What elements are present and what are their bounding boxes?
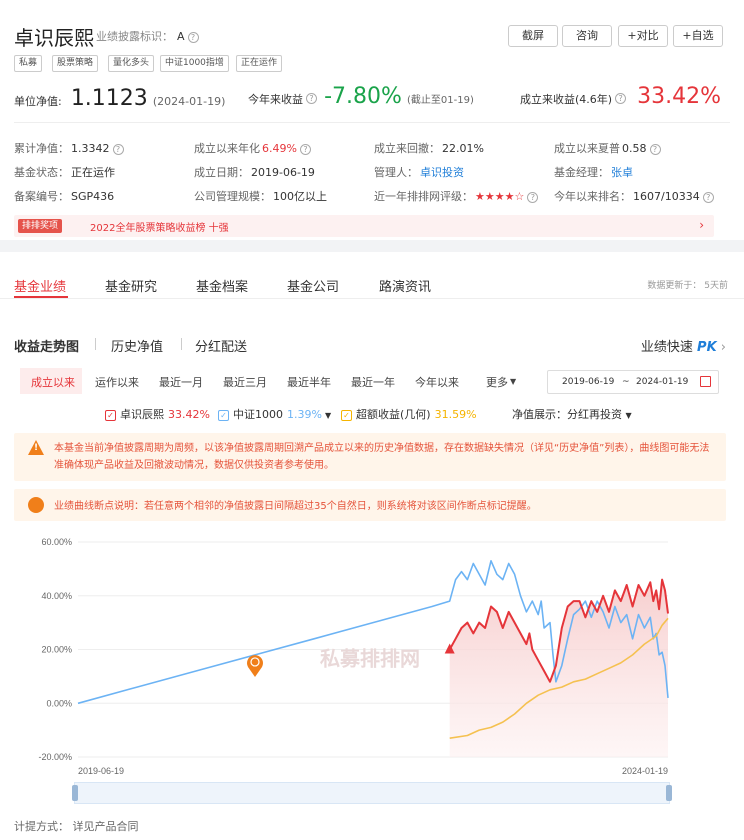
range-5[interactable]: 最近一年: [351, 374, 395, 390]
legend-item[interactable]: ✓ 中证1000 1.39% ▼: [218, 406, 331, 422]
slider-handle-left: [72, 785, 78, 801]
detail-item: 今年以来排名： 1607/10334?: [554, 188, 714, 204]
divider: [181, 338, 182, 350]
notice-breakpoint: 业绩曲线断点说明：若任意两个相邻的净值披露日间隔超过35个自然日，则系统将对该区…: [14, 489, 726, 521]
help-icon[interactable]: ?: [112, 143, 124, 155]
detail-item: 成立来回撤： 22.01%: [374, 142, 484, 155]
compare-button[interactable]: +对比: [618, 25, 668, 47]
disclosure-label: 业绩披露标识： A?: [96, 28, 199, 44]
detail-item: 管理人： 卓识投资: [374, 166, 464, 179]
tag: 中证1000指增: [160, 55, 229, 72]
detail-item: 成立以来夏普 0.58?: [554, 140, 661, 156]
help-icon[interactable]: ?: [306, 93, 317, 104]
award-text: 2022全年股票策略收益榜 十强: [90, 223, 229, 234]
tab-1[interactable]: 基金研究: [105, 276, 157, 295]
chevron-right-icon: ›: [720, 340, 726, 355]
chevron-right-icon: ›: [699, 218, 704, 232]
detail-item: 成立日期： 2019-06-19: [194, 166, 315, 179]
help-icon[interactable]: ?: [187, 31, 199, 43]
divider: [95, 338, 96, 350]
tag: 股票策略: [52, 55, 99, 72]
since-value: 33.42%: [637, 84, 722, 109]
checkbox-icon: ✓: [105, 409, 116, 421]
range-7[interactable]: 更多: [486, 374, 508, 390]
x-tick-label: 2024-01-19: [622, 766, 668, 776]
award-badge: 排排奖项: [18, 219, 63, 233]
nav-display-select[interactable]: 净值展示：分红再投资 ▼: [512, 406, 632, 422]
help-icon[interactable]: ?: [615, 93, 627, 104]
checkbox-icon: ✓: [218, 409, 229, 421]
checkbox-icon: ✓: [341, 409, 352, 421]
nav-block: 单位净值: 1.1123 (2024-01-19): [14, 86, 226, 111]
fee-method: 计提方式： 详见产品合同: [14, 820, 139, 833]
tab-4[interactable]: 路演资讯: [379, 276, 431, 295]
range-0[interactable]: 成立以来: [31, 374, 75, 390]
ytd-value: -7.80%: [324, 84, 402, 109]
tab-3[interactable]: 基金公司: [287, 276, 339, 295]
tag: 私募: [14, 55, 43, 72]
performance-card: 基金业绩 基金研究 基金档案 基金公司 路演资讯 数据更新于： 5天前 收益走势图 历史净…: [0, 252, 744, 840]
y-tick-label: 60.00%: [41, 537, 72, 547]
divider: [14, 122, 730, 123]
subtab-1[interactable]: 历史净值: [111, 336, 163, 355]
notice-frequency: ! 本基金当前净值披露周期为周频，以该净值披露周期回溯产品成立以来的历史净值数据…: [14, 433, 726, 481]
y-tick-label: 20.00%: [41, 645, 72, 655]
ytd-block: 今年来收益? -7.80% (截止至01-19): [248, 84, 474, 109]
help-icon[interactable]: ?: [527, 191, 539, 203]
tag: 正在运作: [236, 55, 283, 72]
x-tick-label: 2019-06-19: [78, 766, 124, 776]
calendar-icon: [700, 376, 711, 387]
chevron-down-icon: ▼: [324, 411, 332, 420]
date-range-picker[interactable]: 2019-06-19 ~ 2024-01-19: [547, 370, 719, 394]
fund-name: 卓识辰熙: [14, 26, 94, 50]
range-2[interactable]: 最近一月: [159, 374, 203, 390]
subtab-0[interactable]: 收益走势图: [14, 336, 79, 355]
help-icon[interactable]: ?: [649, 143, 661, 155]
detail-item: 基金状态： 正在运作: [14, 166, 115, 179]
detail-item: 近一年排排网评级： ★★★★☆?: [374, 188, 539, 204]
update-note: 数据更新于： 5天前: [647, 281, 728, 291]
slider-handle-right: [666, 785, 672, 801]
screenshot-button[interactable]: 截屏: [508, 25, 558, 47]
range-6[interactable]: 今年以来: [415, 374, 459, 390]
legend-item[interactable]: ✓ 卓识辰熙 33.42%: [105, 406, 210, 422]
fund-summary-card: 卓识辰熙 业绩披露标识： A? 私募 股票策略 量化多头 中证1000指增 正在运作 截屏…: [0, 0, 744, 240]
range-slider[interactable]: [72, 782, 672, 804]
detail-item: 基金经理： 张卓: [554, 166, 633, 179]
consult-button[interactable]: 咨询: [562, 25, 612, 47]
range-1[interactable]: 运作以来: [95, 374, 139, 390]
range-3[interactable]: 最近三月: [223, 374, 267, 390]
quick-pk-link[interactable]: 业绩快速 PK ›: [641, 336, 726, 355]
divider: [0, 298, 744, 299]
y-tick-label: 0.00%: [46, 698, 72, 708]
tag: 量化多头: [108, 55, 155, 72]
chevron-down-icon: ▼: [510, 377, 517, 386]
legend-item[interactable]: ✓ 超额收益(几何) 31.59%: [341, 406, 477, 422]
y-tick-label: -20.00%: [38, 752, 72, 762]
subtab-2[interactable]: 分红配送: [195, 336, 247, 355]
help-icon[interactable]: ?: [299, 143, 311, 155]
nav-value: 1.1123: [70, 86, 148, 111]
tab-2[interactable]: 基金档案: [196, 276, 248, 295]
detail-item: 公司管理规模： 100亿以上: [194, 190, 327, 203]
detail-item: 成立以来年化 6.49%?: [194, 140, 311, 156]
since-block: 成立来收益(4.6年)? 33.42%: [520, 84, 722, 109]
watermark: 私募排排网: [320, 647, 420, 671]
help-icon[interactable]: ?: [702, 191, 714, 203]
return-chart[interactable]: 60.00% 40.00% 20.00% 0.00% -20.00% 2019-06-19…: [0, 532, 744, 792]
breakpoint-icon: [28, 497, 44, 513]
detail-item: 备案编号： SGP436: [14, 190, 115, 203]
range-4[interactable]: 最近半年: [287, 374, 331, 390]
tab-0[interactable]: 基金业绩: [14, 276, 66, 295]
fund-area: [449, 579, 668, 757]
watchlist-button[interactable]: +自选: [673, 25, 723, 47]
award-bar[interactable]: 排排奖项 2022全年股票策略收益榜 十强 ›: [14, 215, 714, 237]
detail-item: 累计净值： 1.3342?: [14, 140, 124, 156]
y-tick-label: 40.00%: [41, 591, 72, 601]
